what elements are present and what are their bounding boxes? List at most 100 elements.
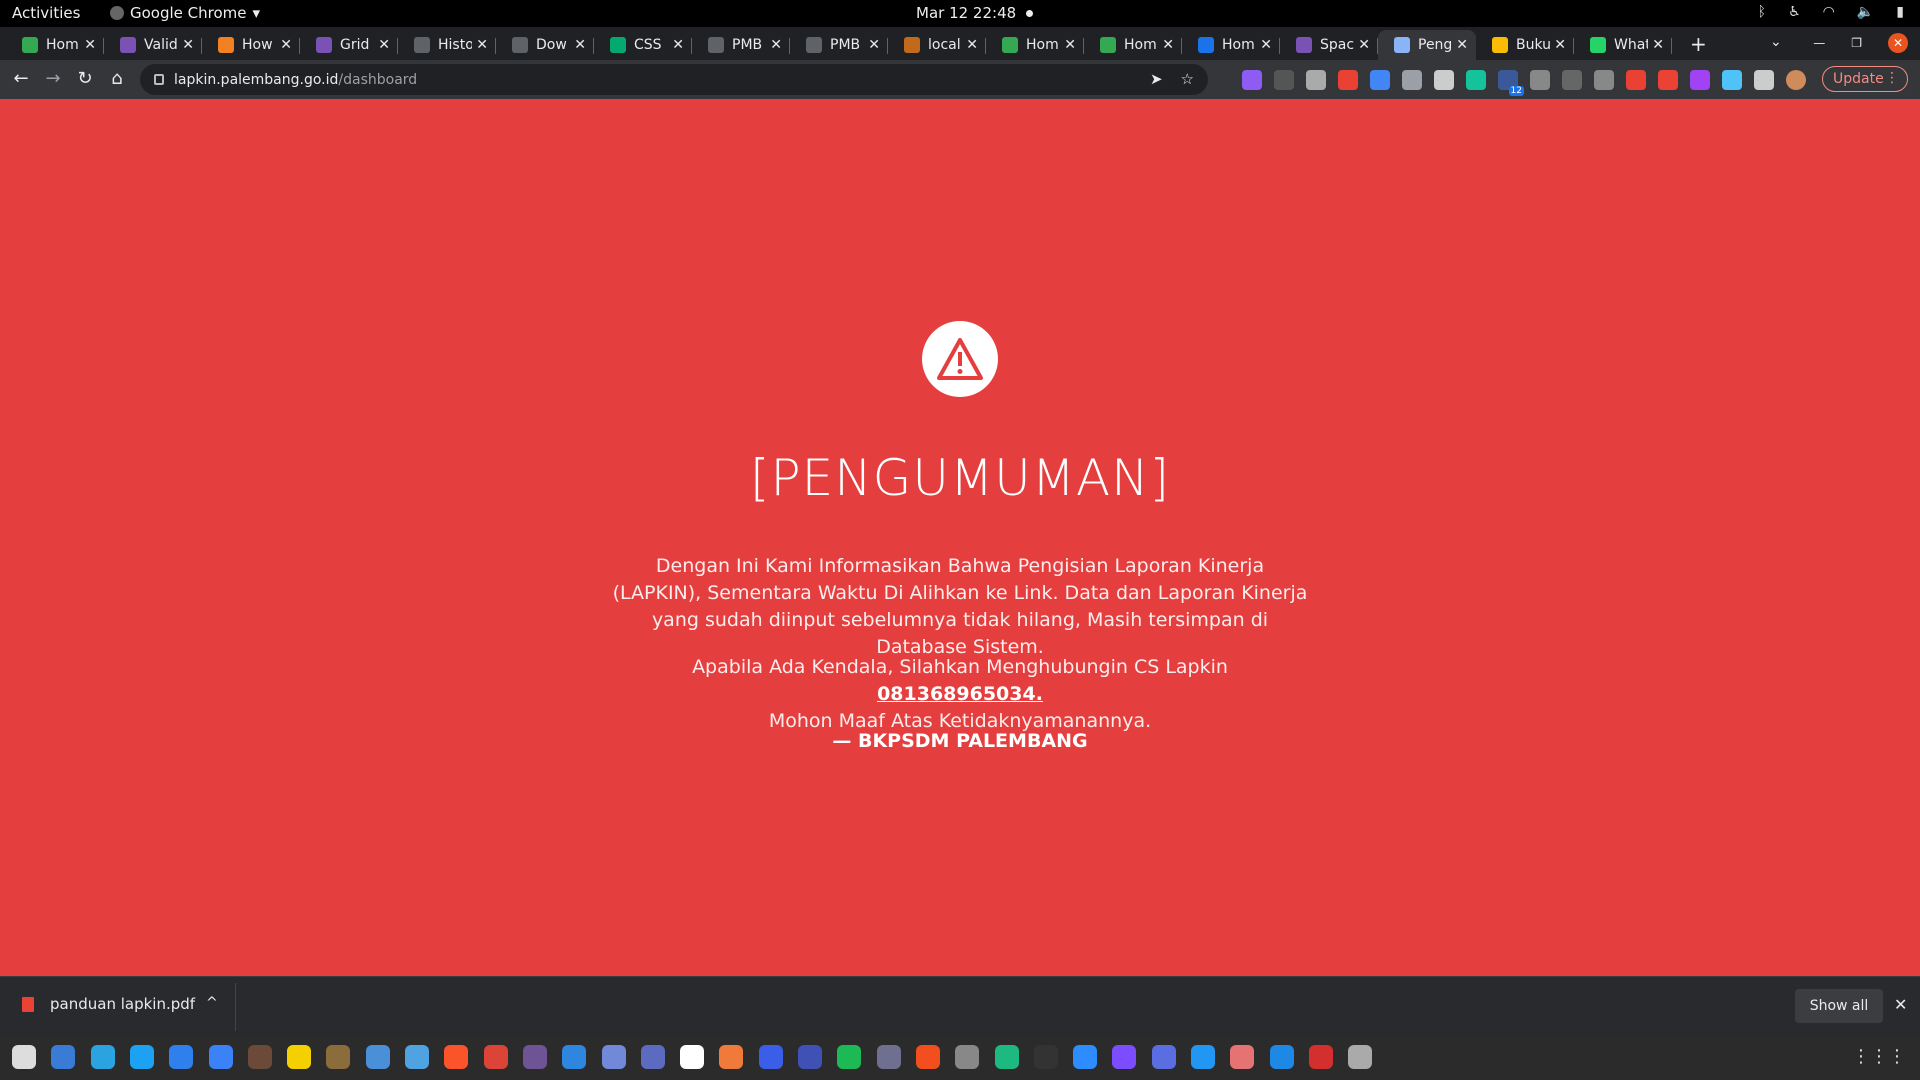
tab-close-icon[interactable]: ✕ xyxy=(182,37,194,53)
update-button[interactable]: Update ⋮ xyxy=(1822,66,1908,92)
rhythmbox-icon[interactable] xyxy=(287,1045,312,1069)
network-icon[interactable] xyxy=(994,1045,1019,1069)
screen-icon[interactable] xyxy=(1562,70,1582,90)
close-window-button[interactable]: ✕ xyxy=(1888,33,1908,53)
tab-7[interactable]: PMB ✕ xyxy=(692,30,790,60)
cloud-icon[interactable] xyxy=(1306,70,1326,90)
capture-icon[interactable] xyxy=(1722,70,1742,90)
tab-close-icon[interactable]: ✕ xyxy=(1358,37,1370,53)
formula-icon[interactable] xyxy=(1434,70,1454,90)
tab-8[interactable]: PMB ✕ xyxy=(790,30,888,60)
address-bar[interactable]: lapkin.palembang.go.id/dashboard ➤ ☆ xyxy=(140,64,1208,95)
app-store-icon[interactable] xyxy=(719,1045,744,1069)
tab-13[interactable]: Spac ✕ xyxy=(1280,30,1378,60)
tab-3[interactable]: Grid ✕ xyxy=(300,30,398,60)
show-apps-grid-icon[interactable]: ⋮⋮⋮ xyxy=(1852,1046,1906,1067)
tor-icon[interactable] xyxy=(798,1045,822,1069)
camera-icon[interactable] xyxy=(1530,70,1550,90)
sync-icon[interactable] xyxy=(129,1045,154,1069)
wifi-icon[interactable]: ◠ xyxy=(1823,4,1835,20)
accessibility-icon[interactable]: ♿ xyxy=(1788,4,1801,20)
tab-9[interactable]: local ✕ xyxy=(888,30,986,60)
chevron-up-icon[interactable]: ^ xyxy=(206,995,218,1011)
forward-arrow-icon[interactable]: → xyxy=(40,66,66,92)
presentation-icon[interactable] xyxy=(1308,1045,1333,1069)
window-icon[interactable] xyxy=(1151,1045,1176,1069)
writer-icon[interactable] xyxy=(758,1045,783,1069)
tab-close-icon[interactable]: ✕ xyxy=(1064,37,1076,53)
github-icon[interactable] xyxy=(522,1045,547,1069)
tab-10[interactable]: Hom ✕ xyxy=(986,30,1084,60)
tab-11[interactable]: Hom ✕ xyxy=(1084,30,1182,60)
grammarly-icon[interactable] xyxy=(1466,70,1486,90)
volume-icon[interactable]: 🔈 xyxy=(1857,4,1874,20)
vscode-icon[interactable] xyxy=(169,1045,194,1069)
tab-15[interactable]: Buku ✕ xyxy=(1476,30,1574,60)
tab-close-icon[interactable]: ✕ xyxy=(672,37,684,53)
show-all-button[interactable]: Show all xyxy=(1795,989,1883,1023)
profile-avatar-icon[interactable] xyxy=(1786,70,1806,90)
tab-4[interactable]: Histo ✕ xyxy=(398,30,496,60)
tab-close-icon[interactable]: ✕ xyxy=(84,37,96,53)
dark-reader-icon[interactable] xyxy=(1242,70,1262,90)
tab-close-icon[interactable]: ✕ xyxy=(966,37,978,53)
system-tray[interactable]: ᛒ ♿ ◠ 🔈 ▮ xyxy=(1758,4,1904,20)
badge-icon[interactable]: 12 xyxy=(1498,70,1524,96)
star-icon[interactable] xyxy=(1594,70,1614,90)
tab-1[interactable]: Valid ✕ xyxy=(104,30,202,60)
spotify-icon[interactable] xyxy=(837,1045,862,1069)
tab-close-icon[interactable]: ✕ xyxy=(770,37,782,53)
files-icon[interactable] xyxy=(12,1045,36,1069)
tab-close-icon[interactable]: ✕ xyxy=(1554,37,1566,53)
tab-0[interactable]: Hom ✕ xyxy=(6,30,104,60)
disk-icon[interactable] xyxy=(1348,1045,1373,1069)
docs-icon[interactable] xyxy=(208,1045,233,1069)
clock[interactable]: Mar 12 22:48 xyxy=(916,4,1034,22)
typora-icon[interactable] xyxy=(680,1045,705,1069)
minimize-button[interactable]: — xyxy=(1813,36,1825,50)
tab-close-icon[interactable]: ✕ xyxy=(1260,37,1272,53)
restore-button[interactable]: ❐ xyxy=(1851,36,1862,50)
upload-icon[interactable] xyxy=(1033,1045,1058,1069)
phone-icon[interactable] xyxy=(1191,1045,1215,1069)
tab-search-chevron-icon[interactable]: ⌄ xyxy=(1770,34,1782,50)
discord-icon[interactable] xyxy=(601,1045,626,1069)
reload-icon[interactable]: ↻ xyxy=(72,66,98,92)
stop-icon[interactable] xyxy=(1658,70,1678,90)
tab-close-icon[interactable]: ✕ xyxy=(1162,37,1174,53)
chrome-icon[interactable] xyxy=(483,1045,508,1069)
help-icon[interactable] xyxy=(365,1045,390,1069)
tab-close-icon[interactable]: ✕ xyxy=(378,37,390,53)
tab-close-icon[interactable]: ✕ xyxy=(1652,37,1664,53)
recycle-icon[interactable] xyxy=(1274,70,1294,90)
dev-tools-icon[interactable] xyxy=(405,1045,429,1069)
send-icon[interactable]: ➤ xyxy=(1150,70,1163,88)
tab-close-icon[interactable]: ✕ xyxy=(280,37,292,53)
camera-app-icon[interactable] xyxy=(1112,1045,1137,1069)
phone-link[interactable]: 081368965034. xyxy=(877,683,1043,705)
close-icon[interactable]: ✕ xyxy=(1894,995,1907,1014)
brave-icon[interactable] xyxy=(444,1045,469,1069)
download-item[interactable]: panduan lapkin.pdf xyxy=(22,995,195,1013)
bug-icon[interactable] xyxy=(1626,70,1646,90)
telegram-icon[interactable] xyxy=(90,1045,115,1069)
zoom-icon[interactable] xyxy=(1073,1045,1098,1069)
home-icon[interactable]: ⌂ xyxy=(104,66,130,92)
tab-close-icon[interactable]: ✕ xyxy=(476,37,488,53)
code-icon[interactable] xyxy=(1690,70,1710,90)
kebab-menu-icon[interactable]: ⋮ xyxy=(1885,70,1899,86)
new-tab-button[interactable]: + xyxy=(1690,32,1707,56)
app-menu[interactable]: Google Chrome ▾ xyxy=(110,4,260,22)
battery-icon[interactable]: ▮ xyxy=(1896,4,1904,20)
puzzle-icon[interactable] xyxy=(1754,70,1774,90)
tab-close-icon[interactable]: ✕ xyxy=(1456,37,1468,53)
mic-icon[interactable] xyxy=(876,1045,901,1069)
tab-14[interactable]: Peng ✕ xyxy=(1378,30,1476,60)
tab-2[interactable]: How ✕ xyxy=(202,30,300,60)
terminal-icon[interactable] xyxy=(955,1045,980,1069)
thunderbird-icon[interactable] xyxy=(51,1045,76,1069)
gimp-icon[interactable] xyxy=(247,1045,272,1069)
tab-close-icon[interactable]: ✕ xyxy=(574,37,586,53)
color-picker-icon[interactable] xyxy=(1338,70,1358,90)
bookmark-star-icon[interactable]: ☆ xyxy=(1181,70,1194,88)
